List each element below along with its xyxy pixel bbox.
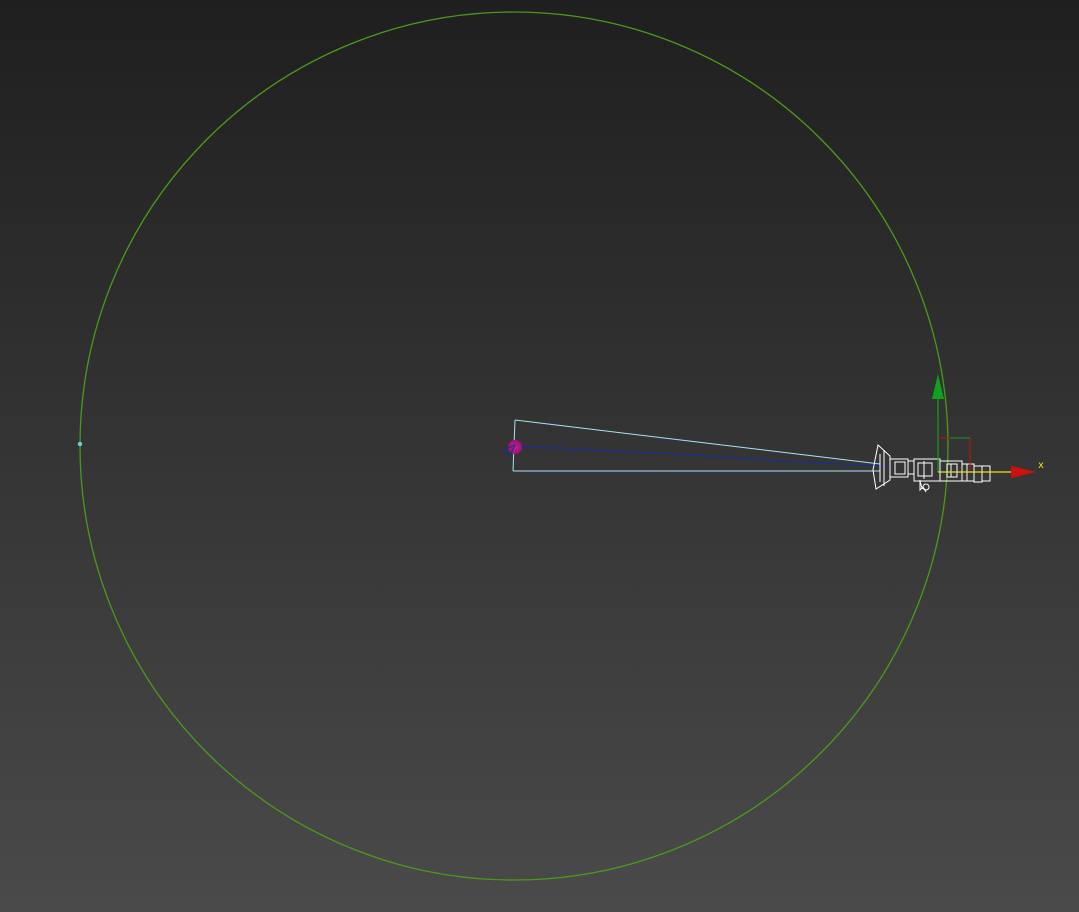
gizmo-x-label: x [1038, 460, 1044, 471]
path-vertex[interactable] [77, 441, 83, 447]
perspective-viewport[interactable]: x [0, 0, 1079, 912]
viewport-background [0, 0, 1079, 912]
viewport-canvas[interactable]: x [0, 0, 1079, 912]
